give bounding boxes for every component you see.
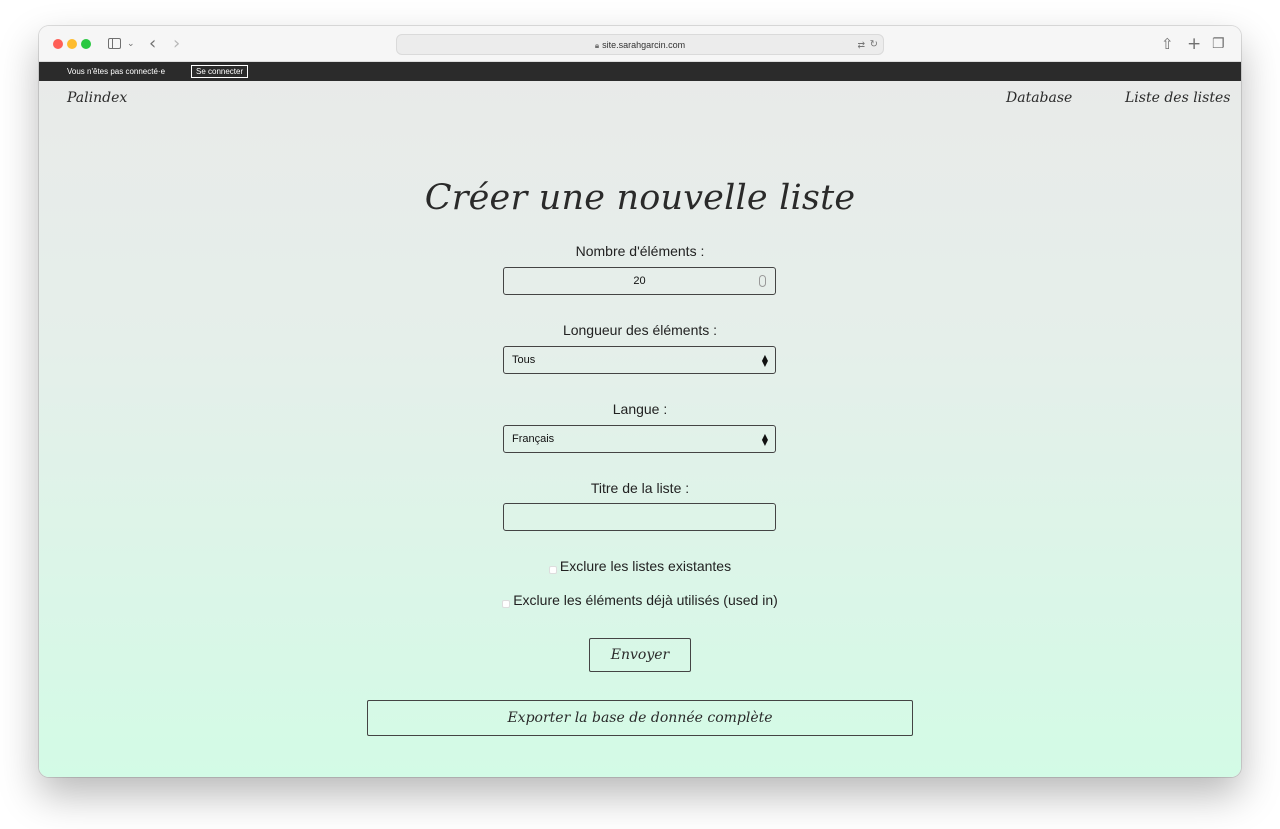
exclude-existing-label[interactable]: Exclure les listes existantes	[560, 558, 731, 574]
count-value: 20	[633, 275, 646, 287]
browser-toolbar: ⌄ ‹ › 🔒︎ site.sarahgarcin.com ⇄ ↻ ⇧ + ❐	[39, 26, 1241, 62]
translate-icon[interactable]: ⇄	[857, 35, 865, 55]
reload-icon[interactable]: ↻	[870, 35, 878, 55]
site-logo-link[interactable]: Palindex	[67, 90, 127, 106]
exclude-used-label[interactable]: Exclure les éléments déjà utilisés (used…	[513, 592, 778, 608]
sidebar-icon[interactable]	[108, 38, 121, 49]
login-status-text: Vous n'êtes pas connecté·e	[67, 67, 166, 76]
submit-button[interactable]: Envoyer	[589, 638, 691, 672]
length-selected-value: Tous	[512, 354, 536, 366]
browser-window: ⌄ ‹ › 🔒︎ site.sarahgarcin.com ⇄ ↻ ⇧ + ❐ V…	[39, 26, 1241, 777]
zoom-window-button[interactable]	[81, 39, 91, 49]
exclude-used-row: Exclure les éléments déjà utilisés (used…	[39, 592, 1241, 608]
nav-lists-link[interactable]: Liste des listes	[1125, 90, 1230, 106]
page-content: Vous n'êtes pas connecté·e Se connecter …	[39, 62, 1241, 777]
chevron-right-icon[interactable]: ›	[173, 34, 180, 54]
nav-database-link[interactable]: Database	[1006, 90, 1072, 106]
language-selected-value: Français	[512, 433, 555, 445]
lock-icon: 🔒︎	[594, 41, 600, 50]
login-button[interactable]: Se connecter	[191, 65, 249, 78]
address-bar[interactable]: 🔒︎ site.sarahgarcin.com ⇄ ↻	[396, 34, 884, 55]
admin-bar: Vous n'êtes pas connecté·e Se connecter	[39, 62, 1241, 81]
minimize-window-button[interactable]	[67, 39, 77, 49]
language-label: Langue :	[612, 401, 668, 417]
stepper-icon[interactable]	[759, 275, 766, 287]
length-select[interactable]: Tous ▲ ▼	[503, 346, 776, 374]
plus-icon[interactable]: +	[1187, 34, 1201, 54]
list-title-input[interactable]	[503, 503, 776, 531]
share-icon[interactable]: ⇧	[1161, 34, 1174, 54]
length-label: Longueur des éléments :	[562, 322, 718, 338]
page-title: Créer une nouvelle liste	[424, 178, 856, 218]
url-text: site.sarahgarcin.com	[602, 40, 686, 50]
chevron-left-icon[interactable]: ‹	[149, 34, 156, 54]
chevron-down-icon[interactable]: ⌄	[127, 34, 135, 54]
close-window-button[interactable]	[53, 39, 63, 49]
list-title-label: Titre de la liste :	[590, 480, 690, 496]
tab-overview-icon[interactable]: ❐	[1212, 34, 1225, 54]
count-number-input[interactable]: 20	[503, 267, 776, 295]
export-database-button[interactable]: Exporter la base de donnée complète	[367, 700, 913, 736]
exclude-existing-checkbox[interactable]	[548, 566, 557, 574]
count-label: Nombre d'éléments :	[575, 243, 705, 259]
select-arrows-icon: ▲ ▼	[761, 432, 768, 447]
exclude-used-checkbox[interactable]	[502, 600, 511, 608]
language-select[interactable]: Français ▲ ▼	[503, 425, 776, 453]
exclude-existing-row: Exclure les listes existantes	[39, 558, 1241, 574]
select-arrows-icon: ▲ ▼	[761, 353, 768, 368]
